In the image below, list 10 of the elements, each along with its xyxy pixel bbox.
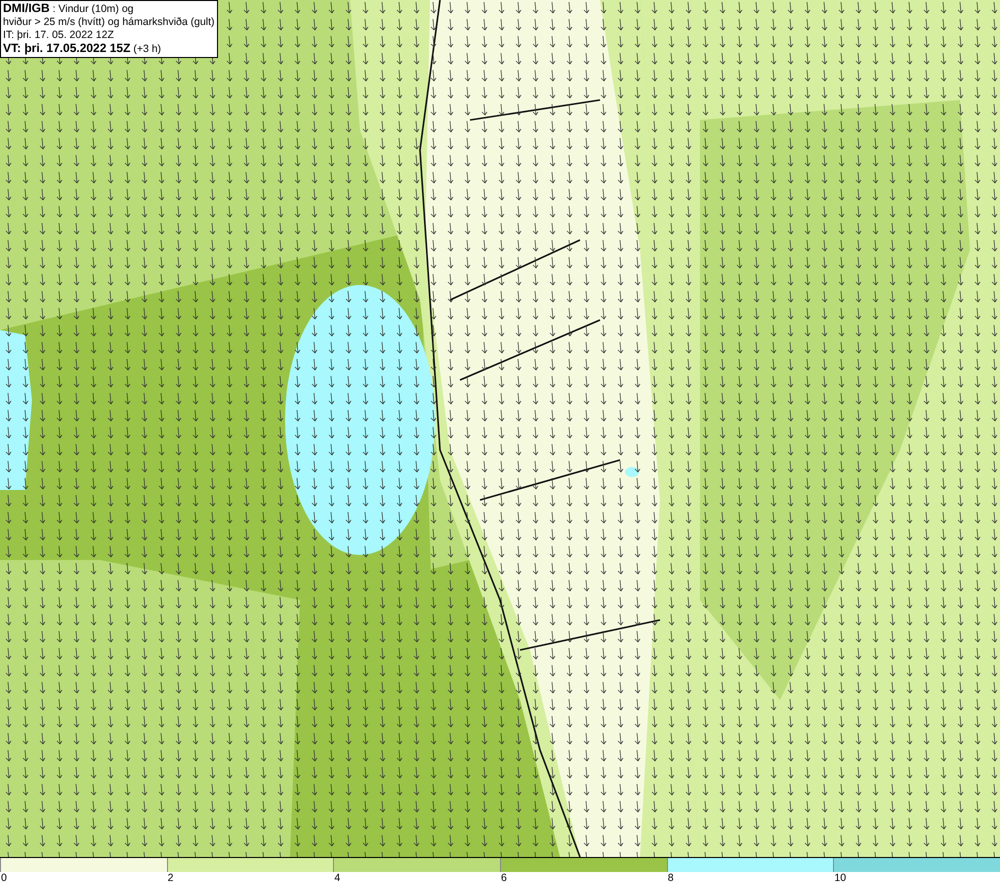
legend-label: 8 xyxy=(666,872,674,884)
title-text: DMI/IGB : Vindur (10m) og xyxy=(3,2,135,16)
title-text: VT: þri. 17.05.2022 15Z (+3 h) xyxy=(3,42,162,56)
legend-label: 6 xyxy=(500,872,507,884)
legend-label: 0 xyxy=(0,872,7,884)
title-text: hviður > 25 m/s (hvítt) og hámarkshviða (gult) xyxy=(3,16,215,29)
legend-label: 10 xyxy=(833,872,846,884)
legend-label: 2 xyxy=(166,872,174,884)
title-text: IT: þri. 17. 05. 2022 12Z xyxy=(3,29,115,42)
legend-label: 4 xyxy=(333,872,340,884)
